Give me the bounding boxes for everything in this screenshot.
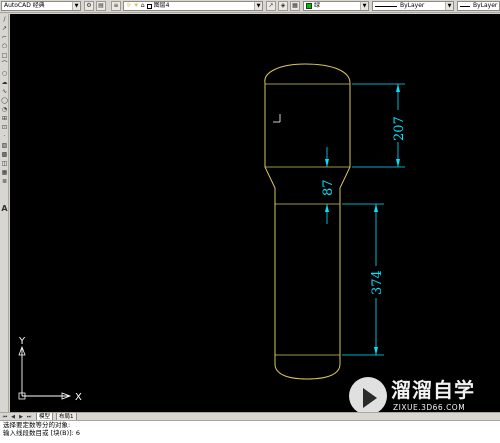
dimension-207-text: 207 [392,116,407,141]
workspace-label: AutoCAD 经典 [4,2,45,9]
color-name: 绿 [314,2,321,9]
top-toolbar: AutoCAD 经典 ▼ ⚙ ▤ ≡ ☼ ☀ ⌂ 图层4 ▼ ↗ ◈ ▦ 绿 ▼… [0,0,500,13]
workspace-settings-icon[interactable]: ⚙ [84,1,94,11]
line-tool-icon[interactable]: / [1,16,8,23]
polygon-tool-icon[interactable]: ⬠ [1,43,8,50]
dimension-87[interactable]: 87 [321,147,336,224]
construction-line-icon[interactable]: ↗ [1,25,8,32]
toolbar-settings-icon[interactable]: ▤ [96,1,106,11]
watermark-title: 溜溜自学 [391,378,475,402]
command-prompt-line: 输入线段数目或 [块(B)]: 6 [3,429,81,437]
lightbulb-icon: ☼ [126,2,132,9]
layer-dropdown[interactable]: ☼ ☀ ⌂ 图层4 ▼ [123,1,263,11]
table-tool-icon[interactable]: ▦ [1,169,8,176]
lineweight-label: ByLayer [473,2,498,9]
gradient-tool-icon[interactable]: ▩ [1,151,8,158]
insert-block-icon[interactable]: ⊞ [1,115,8,122]
chevron-down-icon: ▼ [254,2,262,10]
rectangle-tool-icon[interactable]: □ [1,52,8,59]
layer-manager-icon[interactable]: ≡ [111,1,121,11]
ellipse-tool-icon[interactable]: ◯ [1,97,8,104]
arc-tool-icon[interactable]: ⌒ [1,61,8,68]
workspace-dropdown[interactable]: AutoCAD 经典 ▼ [1,1,81,11]
color-swatch-icon [306,3,312,9]
make-current-layer-icon[interactable]: ↗ [266,1,276,11]
drawing-svg: 207 87 374 Y X [18,63,411,403]
linetype-preview-icon [375,5,397,7]
linetype-label: ByLayer [400,2,425,9]
draw-toolbar: / ↗ ⌐ ⬠ □ ⌒ ○ ☁ ∿ ◯ ◔ ⊞ ⊡ · ▨ ▩ ◫ ▦ ≣ A [0,14,9,414]
watermark-url: ZIXUE.3D66.COM [393,403,466,412]
lineweight-dropdown[interactable]: ByLayer [457,1,500,11]
region-tool-icon[interactable]: ◫ [1,160,8,167]
crosshair-cursor [273,114,281,123]
text-tool-icon[interactable]: A [1,205,8,213]
polyline-tool-icon[interactable]: ⌐ [1,34,8,41]
ucs-y-label: Y [18,336,26,347]
point-tool-icon[interactable]: · [1,133,8,140]
play-icon [363,388,377,408]
command-line[interactable]: 选择要定数等分的对象: 输入线段数目或 [块(B)]: 6 [0,420,500,443]
dimension-374-text: 374 [370,270,385,295]
chevron-down-icon: ▼ [445,2,453,10]
dimension-87-text: 87 [321,179,336,196]
lineweight-preview-icon [460,5,470,7]
revision-cloud-icon[interactable]: ☁ [1,79,8,86]
shape-outline [264,63,351,380]
chevron-down-icon: ▼ [72,2,80,10]
unlock-icon: ⌂ [140,2,145,9]
dimension-374[interactable]: 374 [342,203,387,356]
sun-icon: ☀ [133,2,139,9]
play-circle-icon [349,377,387,415]
spline-tool-icon[interactable]: ∿ [1,88,8,95]
circle-tool-icon[interactable]: ○ [1,70,8,77]
linetype-dropdown[interactable]: ByLayer ▼ [372,1,454,11]
layer-state-icon[interactable]: ▦ [290,1,300,11]
mtext-tool-icon[interactable]: ≣ [1,178,8,185]
hatch-tool-icon[interactable]: ▨ [1,142,8,149]
dimension-207[interactable]: 207 [352,83,411,168]
ellipse-arc-icon[interactable]: ◔ [1,106,8,113]
layer-name: 图层4 [153,2,170,9]
layer-color-icon [146,3,152,9]
ucs-icon: Y X [18,336,82,403]
command-history-line: 选择要定数等分的对象: [3,421,71,429]
color-dropdown[interactable]: 绿 ▼ [303,1,369,11]
drawing-canvas[interactable]: 207 87 374 Y X [10,14,500,412]
make-block-icon[interactable]: ⊡ [1,124,8,131]
layer-previous-icon[interactable]: ◈ [278,1,288,11]
chevron-down-icon: ▼ [360,2,368,10]
layout-tabs-bar: ⏮ ◀ ▶ ⏭ 模型 布局1 [0,412,500,421]
ucs-x-label: X [75,392,82,403]
